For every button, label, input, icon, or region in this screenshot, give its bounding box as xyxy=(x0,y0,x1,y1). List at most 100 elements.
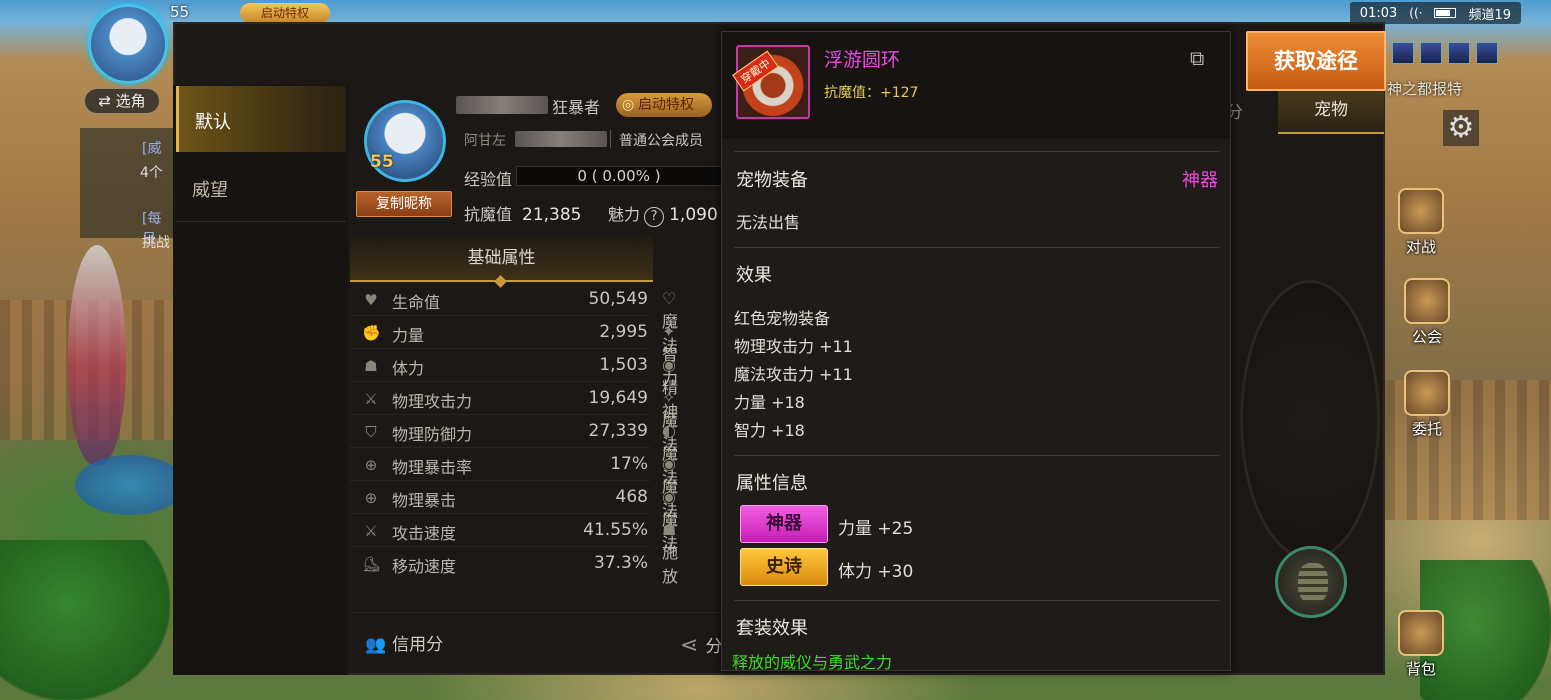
stat-name: 物理暴击率 xyxy=(392,458,473,477)
bag-label: 背包 xyxy=(1405,660,1436,678)
battle-button[interactable]: 对战 xyxy=(1398,188,1444,257)
attack-speed-icon: ⚔ xyxy=(364,522,378,540)
stat-value: 41.55% xyxy=(583,520,648,540)
crosshair-icon: ◉ xyxy=(662,454,676,473)
guild-prefix: 阿甘左 xyxy=(464,133,506,149)
stat-row: ⚔ 攻击速度 41.55% ☗ 施放 xyxy=(350,514,678,586)
attribute-heading: 属性信息 xyxy=(736,473,808,494)
commission-icon xyxy=(1404,370,1450,416)
help-icon[interactable]: ? xyxy=(644,207,665,227)
magic-attack-icon: ✧ xyxy=(662,388,676,407)
commission-button[interactable]: 委托 xyxy=(1404,370,1450,439)
stat-value: 468 xyxy=(615,487,648,507)
heart-icon: ♥ xyxy=(364,291,378,309)
copy-nickname-button[interactable]: 复制昵称 xyxy=(356,191,452,217)
battle-icon xyxy=(1398,188,1444,234)
credit-label: 信用分 xyxy=(392,635,444,655)
clock: 01:03 xyxy=(1359,5,1398,21)
tab-default[interactable]: 默认 xyxy=(176,86,346,152)
effect-line: 力量 +18 xyxy=(734,393,805,412)
effect-line: 物理攻击力 +11 xyxy=(734,337,853,356)
wisdom-icon: ✦ xyxy=(662,322,676,341)
pet-display xyxy=(1240,280,1380,560)
stat-name: 攻击速度 xyxy=(392,524,457,543)
item-name: 浮游圆环 xyxy=(824,49,901,71)
battery-icon xyxy=(1434,8,1457,18)
tab-basic-attributes[interactable]: 基础属性 xyxy=(350,236,653,282)
stat-row: ⊕ 物理暴击率 17% ◉魔法 xyxy=(350,448,678,520)
stat-value: 19,649 xyxy=(588,388,648,408)
quest-tracker[interactable]: [威 4个 [每日 挑战 xyxy=(80,128,175,251)
heart-icon: ♡ xyxy=(662,289,677,308)
equipped-tag: 穿戴中 xyxy=(732,50,779,92)
crosshair-icon: ⊕ xyxy=(364,456,378,474)
divider xyxy=(734,151,1220,152)
stat-value: 17% xyxy=(610,454,648,474)
stat-value: 27,339 xyxy=(588,421,648,441)
stat-row: ⛉ 物理防御力 27,339 ◐魔法 xyxy=(350,415,678,487)
stat-name: 体力 xyxy=(392,359,425,378)
party-icons[interactable] xyxy=(1392,42,1498,64)
share-button[interactable]: ⋖ 分 xyxy=(680,632,722,658)
hud-level: 55 xyxy=(170,3,190,21)
set-effect-heading: 套装效果 xyxy=(736,618,808,639)
stat-row: ⊕ 物理暴击 468 ◉魔法 xyxy=(350,481,678,553)
tooltip-header: 穿戴中 浮游圆环 抗魔值：+127 ⧉ xyxy=(722,32,1230,139)
hud-avatar[interactable] xyxy=(88,4,168,84)
exp-label: 经验值 xyxy=(464,170,513,189)
divider xyxy=(350,612,722,613)
get-path-button[interactable]: 获取途径 xyxy=(1246,31,1386,91)
gear-icon[interactable]: ⚙ xyxy=(1443,110,1479,146)
share-out-icon[interactable]: ⧉ xyxy=(1190,46,1216,70)
wifi-icon: ((· xyxy=(1409,6,1423,20)
stat-row: ☗ 体力 1,503 ◉精神 xyxy=(350,349,678,421)
tab-fame[interactable]: 威望 xyxy=(176,154,346,220)
attribute-value: 体力 +30 xyxy=(838,562,914,582)
resist-value: 21,385 xyxy=(522,205,582,225)
stat-row: ♥ 生命值 50,549 ♡魔法 xyxy=(350,283,678,355)
boot-icon: ⛸ xyxy=(362,555,382,573)
guild-icon xyxy=(1404,278,1450,324)
system-status-bar: 01:03 ((· 频道19 xyxy=(1349,2,1521,24)
background-palm xyxy=(0,540,170,700)
charm-stat: 魅力? 1,090 xyxy=(608,201,718,227)
epic-grade-badge: 史诗 xyxy=(740,548,828,586)
guild-button[interactable]: 公会 xyxy=(1404,278,1450,347)
stat-value: 37.3% xyxy=(593,553,648,573)
unsellable-text: 无法出售 xyxy=(736,213,801,232)
exp-bar: 0 ( 0.00% ) xyxy=(516,166,722,186)
quest-line: [威 xyxy=(142,141,162,157)
battle-label: 对战 xyxy=(1405,238,1436,256)
share-icon: ⋖ xyxy=(680,633,699,658)
tab-pet[interactable]: 宠物 xyxy=(1278,88,1384,134)
charm-label: 魅力 xyxy=(608,205,641,224)
attribute-value: 力量 +25 xyxy=(838,519,914,539)
switch-role-button[interactable]: ⇄ 选角 xyxy=(84,88,160,114)
resist-label: 抗魔值 xyxy=(464,205,513,224)
pet-equipment-slot[interactable] xyxy=(1275,546,1347,618)
stat-right-label: 施放 xyxy=(662,543,679,586)
item-grade: 神器 xyxy=(1182,170,1218,191)
effect-line: 智力 +18 xyxy=(734,421,805,440)
item-resist: 抗魔值：+127 xyxy=(824,85,919,101)
guild-label: 公会 xyxy=(1411,328,1442,346)
hud-vip-badge[interactable]: 启动特权 xyxy=(240,3,330,23)
vip-badge[interactable]: 启动特权 xyxy=(616,93,712,117)
divider xyxy=(610,130,611,148)
fist-icon: ✊ xyxy=(362,324,381,342)
redacted-guild xyxy=(515,131,607,147)
redacted-nickname xyxy=(456,96,548,114)
quest-line: 挑战 xyxy=(142,235,170,251)
stat-right: ☗ 施放 xyxy=(662,520,682,587)
effect-line: 魔法攻击力 +11 xyxy=(734,365,853,384)
artifact-grade-badge: 神器 xyxy=(740,505,828,543)
stat-value: 50,549 xyxy=(588,289,648,309)
cast-speed-icon: ☗ xyxy=(662,520,677,539)
life-ring-icon: 穿戴中 xyxy=(732,45,810,119)
channel-label: 频道19 xyxy=(1468,7,1511,23)
sword-icon: ⚔ xyxy=(364,390,378,408)
credit-score-button[interactable]: 👥 信用分 xyxy=(365,630,443,655)
bag-button[interactable]: 背包 xyxy=(1398,610,1444,679)
effect-heading: 效果 xyxy=(736,265,772,286)
spirit-icon: ◉ xyxy=(662,355,676,374)
